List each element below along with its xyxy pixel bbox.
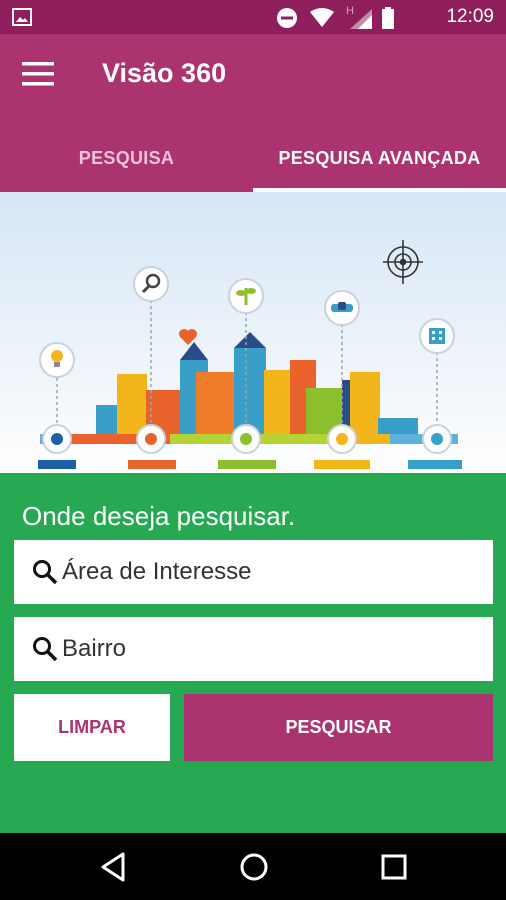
plant-icon xyxy=(228,278,264,314)
city-skyline xyxy=(96,332,418,440)
status-icons: H xyxy=(276,5,394,29)
target-icon xyxy=(383,240,423,284)
app-bar: Visão 360 xyxy=(0,34,506,114)
search-icon xyxy=(33,637,58,662)
tab-pesquisa-avancada[interactable]: PESQUISA AVANÇADA xyxy=(253,114,506,192)
page-title: Visão 360 xyxy=(102,58,227,88)
recents-icon[interactable] xyxy=(377,850,411,884)
hamburger-menu-icon[interactable] xyxy=(22,60,58,88)
system-nav-bar xyxy=(0,833,506,900)
handshake-icon xyxy=(324,290,360,326)
image-icon xyxy=(12,8,32,26)
search-button[interactable]: PESQUISAR xyxy=(184,694,493,761)
signal-indicator: H xyxy=(346,5,372,29)
home-icon[interactable] xyxy=(237,850,271,884)
clear-button[interactable]: LIMPAR xyxy=(14,694,170,761)
city-banner-illustration xyxy=(0,192,506,473)
do-not-disturb-icon xyxy=(277,8,297,28)
building-icon xyxy=(419,318,455,354)
back-icon[interactable] xyxy=(97,850,131,884)
status-bar: H 12:09 xyxy=(0,0,506,34)
area-interesse-field[interactable] xyxy=(14,540,493,604)
form-heading: Onde deseja pesquisar. xyxy=(22,501,296,531)
battery-icon xyxy=(382,7,394,29)
tab-bar: PESQUISA PESQUISA AVANÇADA xyxy=(0,114,506,192)
city-illustration xyxy=(38,240,462,469)
wifi-icon xyxy=(310,8,334,27)
magnifier-icon xyxy=(133,266,169,302)
search-form: Onde deseja pesquisar. LIMPAR PESQUISAR xyxy=(0,473,506,833)
bairro-input[interactable] xyxy=(62,635,482,663)
tab-pesquisa[interactable]: PESQUISA xyxy=(0,114,253,192)
lightbulb-icon xyxy=(39,342,75,378)
clock: 12:09 xyxy=(446,6,494,27)
signal-icon xyxy=(350,9,372,29)
bairro-field[interactable] xyxy=(14,617,493,681)
area-interesse-input[interactable] xyxy=(62,558,482,586)
search-icon xyxy=(33,560,58,585)
